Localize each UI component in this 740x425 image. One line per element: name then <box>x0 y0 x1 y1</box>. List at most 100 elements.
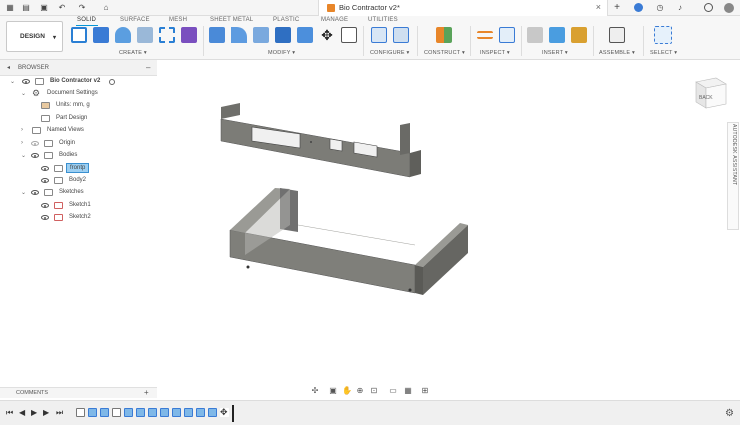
create-sketch-icon[interactable] <box>71 27 87 43</box>
move-icon[interactable]: ✥ <box>319 27 335 43</box>
tab-surface[interactable]: SURFACE <box>120 17 150 23</box>
save-icon[interactable]: ▣ <box>40 4 48 12</box>
configure-group-label[interactable]: CONFIGURE ▾ <box>370 50 410 56</box>
align-icon[interactable] <box>341 27 357 43</box>
revolve-icon[interactable] <box>115 27 131 43</box>
timeline-marker[interactable] <box>232 405 234 422</box>
avatar[interactable] <box>724 3 734 13</box>
help-icon[interactable] <box>704 3 713 12</box>
document-tab[interactable]: Bio Contractor v2* × <box>318 0 608 16</box>
assistant-panel[interactable]: AUTODESK ASSISTANT <box>727 122 739 230</box>
visibility-eye-icon[interactable] <box>41 166 49 171</box>
add-comment-icon[interactable]: + <box>144 388 149 397</box>
comments-panel[interactable]: COMMENTS + <box>0 387 157 398</box>
view-cube[interactable]: BACK <box>690 72 730 112</box>
visibility-eye-icon[interactable] <box>41 215 49 220</box>
new-tab-icon[interactable]: + <box>613 3 621 13</box>
insert-group-label[interactable]: INSERT ▾ <box>542 50 568 56</box>
measure-icon[interactable] <box>477 31 493 39</box>
look-at-icon[interactable]: ▣ <box>328 386 338 396</box>
chevron-down-icon[interactable]: ⌄ <box>10 78 15 85</box>
workspace-switcher-button[interactable]: DESIGN ▾ <box>6 21 63 52</box>
step-forward-icon[interactable]: ▶ <box>43 408 49 418</box>
new-component-icon[interactable] <box>609 27 625 43</box>
insert-mcmaster-icon[interactable] <box>571 27 587 43</box>
extrude-icon[interactable] <box>93 27 109 43</box>
visibility-eye-icon[interactable] <box>22 79 30 84</box>
chevron-down-icon[interactable]: ⌄ <box>21 189 26 196</box>
redo-icon[interactable]: ↷ <box>78 4 86 12</box>
tab-plastic[interactable]: PLASTIC <box>273 17 299 23</box>
gear-icon[interactable]: ⚙ <box>725 408 734 419</box>
chevron-right-icon[interactable]: › <box>21 140 23 146</box>
close-tab-icon[interactable]: × <box>596 2 601 12</box>
visibility-eye-icon[interactable] <box>31 141 39 146</box>
timeline-extrude[interactable] <box>136 408 145 417</box>
create-group-label[interactable]: CREATE ▾ <box>119 50 147 56</box>
insert-image-icon[interactable] <box>549 27 565 43</box>
tree-body-2[interactable]: Body2 <box>0 175 157 187</box>
timeline-extrude[interactable] <box>124 408 133 417</box>
modify-group-label[interactable]: MODIFY ▾ <box>268 50 295 56</box>
timeline-extrude[interactable] <box>88 408 97 417</box>
visibility-eye-icon[interactable] <box>31 190 39 195</box>
tree-part-design[interactable]: Part Design <box>0 113 157 125</box>
visibility-eye-icon[interactable] <box>31 153 39 158</box>
orbit-icon[interactable]: ✣ <box>310 386 320 396</box>
job-status-icon[interactable] <box>634 3 643 12</box>
tab-mesh[interactable]: MESH <box>169 17 187 23</box>
step-back-icon[interactable]: ◀ <box>19 408 25 418</box>
play-icon[interactable]: ▶ <box>31 408 37 418</box>
insert-derive-icon[interactable] <box>527 27 543 43</box>
chevron-down-icon[interactable]: ⌄ <box>21 152 26 159</box>
tree-sketch-1[interactable]: Sketch1 <box>0 200 157 212</box>
go-to-end-icon[interactable]: ⏭ <box>56 408 63 418</box>
timeline-extrude[interactable] <box>196 408 205 417</box>
timeline-move[interactable]: ✥ <box>220 408 229 417</box>
minimize-icon[interactable]: – <box>146 63 150 72</box>
timeline-sketch[interactable] <box>112 408 121 417</box>
shell-icon[interactable] <box>275 27 291 43</box>
tab-utilities[interactable]: UTILITIES <box>368 17 398 23</box>
browser-panel-header[interactable]: ◂ BROWSER – <box>0 60 157 76</box>
combine-icon[interactable] <box>297 27 313 43</box>
visibility-eye-icon[interactable] <box>41 178 49 183</box>
model-viewport[interactable] <box>210 95 480 300</box>
tree-document-settings[interactable]: ⌄ ⚙ Document Settings <box>0 88 157 100</box>
go-to-start-icon[interactable]: ⏮ <box>6 408 13 418</box>
select-cursor-icon[interactable] <box>654 26 672 44</box>
home-icon[interactable]: ⌂ <box>102 4 110 12</box>
bell-icon[interactable]: ♪ <box>676 4 684 12</box>
press-pull-icon[interactable] <box>209 27 225 43</box>
file-icon[interactable]: ▤ <box>22 4 30 12</box>
pattern-icon[interactable] <box>159 27 175 43</box>
visibility-eye-icon[interactable] <box>41 203 49 208</box>
chevron-down-icon[interactable]: ◂ <box>7 64 10 71</box>
clock-icon[interactable]: ◷ <box>656 4 664 12</box>
tree-sketches[interactable]: ⌄ Sketches <box>0 187 157 199</box>
select-group-label[interactable]: SELECT ▾ <box>650 50 677 56</box>
construct-group-label[interactable]: CONSTRUCT ▾ <box>424 50 465 56</box>
timeline-extrude[interactable] <box>184 408 193 417</box>
zoom-icon[interactable]: ⊕ <box>355 386 365 396</box>
timeline-sketch[interactable] <box>76 408 85 417</box>
offset-plane-icon[interactable] <box>436 27 452 43</box>
pan-icon[interactable]: ✋ <box>342 386 352 396</box>
chamfer-icon[interactable] <box>253 27 269 43</box>
section-analysis-icon[interactable] <box>499 27 515 43</box>
grid-menu-icon[interactable]: ▦ <box>6 4 14 12</box>
tree-origin[interactable]: › Origin <box>0 138 157 150</box>
inspect-group-label[interactable]: INSPECT ▾ <box>480 50 510 56</box>
front-panel-body[interactable] <box>220 103 421 178</box>
display-settings-icon[interactable]: ▭ <box>388 386 398 396</box>
chevron-right-icon[interactable]: › <box>21 127 23 133</box>
timeline-extrude[interactable] <box>160 408 169 417</box>
fillet-icon[interactable] <box>231 27 247 43</box>
configure-rule-icon[interactable] <box>393 27 409 43</box>
mirror-icon[interactable] <box>181 27 197 43</box>
enclosure-base-body[interactable] <box>229 188 468 295</box>
record-icon[interactable] <box>109 79 115 85</box>
chevron-down-icon[interactable]: ⌄ <box>21 90 26 97</box>
tree-sketch-2[interactable]: Sketch2 <box>0 212 157 224</box>
tree-bodies[interactable]: ⌄ Bodies <box>0 150 157 162</box>
